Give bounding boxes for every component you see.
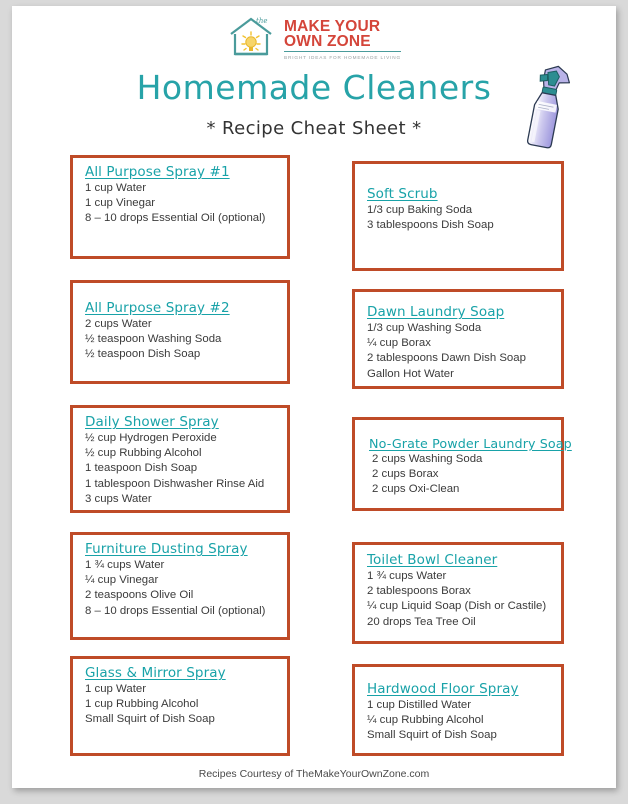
house-lightbulb-logo-icon: the	[227, 14, 279, 58]
recipe-box: Daily Shower Spray ½ cup Hydrogen Peroxi…	[70, 405, 290, 513]
ingredient-list: 1/3 cup Washing Soda ¼ cup Borax 2 table…	[367, 321, 551, 382]
ingredient-item: 1/3 cup Washing Soda	[367, 322, 482, 334]
ingredient-item: 2 cups Borax	[372, 468, 439, 481]
ingredient-list: 2 cups Water ½ teaspoon Washing Soda ½ t…	[85, 317, 277, 363]
ingredient-item: Gallon Hot Water	[367, 367, 454, 380]
recipe-box: Toilet Bowl Cleaner 1 ¾ cups Water 2 tab…	[352, 542, 564, 644]
ingredient-item: Small Squirt of Dish Soap	[367, 729, 497, 742]
recipe-box: Glass & Mirror Spray 1 cup Water 1 cup R…	[70, 656, 290, 756]
ingredient-item: ¼ cup Borax	[367, 337, 431, 350]
logo-tagline: BRIGHT IDEAS FOR HOMEMADE LIVING	[284, 54, 401, 60]
ingredient-item: 2 cups Water	[85, 318, 152, 330]
footer-credit: Recipes Courtesy of TheMakeYourOwnZone.c…	[198, 768, 430, 780]
spray-bottle-icon	[508, 59, 586, 159]
ingredient-list: 1 ¾ cups Water 2 tablespoons Borax ¼ cup…	[367, 569, 551, 630]
ingredient-list: 1 cup Water 1 cup Rubbing Alcohol Small …	[85, 682, 277, 728]
ingredient-item: 1 cup Rubbing Alcohol	[85, 698, 199, 711]
ingredient-item: Small Squirt of Dish Soap	[85, 713, 215, 726]
ingredient-item: 2 tablespoons Borax	[367, 585, 471, 598]
recipe-title: Glass & Mirror Spray	[85, 665, 226, 681]
ingredient-item: 2 cups Oxi-Clean	[372, 483, 460, 496]
ingredient-item: 8 – 10 drops Essential Oil (optional)	[85, 212, 266, 225]
recipe-title: All Purpose Spray #1	[85, 164, 230, 180]
ingredient-item: 1 teaspoon Dish Soap	[85, 462, 198, 475]
ingredient-item: 2 cups Washing Soda	[372, 453, 483, 465]
ingredient-item: 1 cup Water	[85, 683, 146, 695]
ingredient-item: 1/3 cup Baking Soda	[367, 204, 473, 216]
ingredient-item: 2 teaspoons Olive Oil	[85, 589, 194, 602]
recipe-box: All Purpose Spray #2 2 cups Water ½ teas…	[70, 280, 290, 384]
recipe-title: Dawn Laundry Soap	[367, 304, 505, 320]
ingredient-item: ½ teaspoon Dish Soap	[85, 348, 201, 361]
ingredient-item: 1 ¾ cups Water	[367, 570, 447, 582]
logo-line-2: OWN ZONE	[284, 33, 371, 50]
recipe-box: Furniture Dusting Spray 1 ¾ cups Water ¼…	[70, 532, 290, 640]
recipe-title: Toilet Bowl Cleaner	[367, 552, 498, 568]
printable-page: the MAKE YOUR OWN ZONE BRIGHT IDEAS FOR …	[12, 6, 616, 788]
logo-divider	[284, 51, 401, 52]
ingredient-item: ½ cup Rubbing Alcohol	[85, 447, 202, 460]
logo-line-1: MAKE YOUR	[284, 18, 381, 35]
recipe-title: Hardwood Floor Spray	[367, 681, 519, 697]
ingredient-list: ½ cup Hydrogen Peroxide ½ cup Rubbing Al…	[85, 431, 277, 507]
ingredient-item: ¼ cup Liquid Soap (Dish or Castile)	[367, 600, 547, 613]
recipe-box: All Purpose Spray #1 1 cup Water 1 cup V…	[70, 155, 290, 259]
recipe-box: Hardwood Floor Spray 1 cup Distilled Wat…	[352, 664, 564, 756]
ingredient-item: 1 tablespoon Dishwasher Rinse Aid	[85, 477, 265, 490]
recipe-title: All Purpose Spray #2	[85, 300, 230, 316]
ingredient-item: 1 cup Distilled Water	[367, 699, 472, 711]
ingredient-item: 2 tablespoons Dawn Dish Soap	[367, 352, 526, 365]
ingredient-item: 1 cup Water	[85, 182, 146, 194]
recipe-title: Furniture Dusting Spray	[85, 541, 248, 557]
ingredient-list: 1 cup Distilled Water ¼ cup Rubbing Alco…	[367, 698, 551, 744]
ingredient-item: 3 cups Water	[85, 492, 152, 505]
ingredient-item: 1 cup Vinegar	[85, 197, 156, 210]
ingredient-item: 1 ¾ cups Water	[85, 559, 165, 571]
ingredient-list: 1/3 cup Baking Soda 3 tablespoons Dish S…	[367, 203, 551, 233]
recipe-title: Daily Shower Spray	[85, 414, 219, 430]
ingredient-item: ½ cup Hydrogen Peroxide	[85, 432, 217, 444]
ingredient-item: 3 tablespoons Dish Soap	[367, 219, 494, 232]
ingredient-list: 1 cup Water 1 cup Vinegar 8 – 10 drops E…	[85, 181, 277, 227]
recipe-title: No-Grate Powder Laundry Soap	[369, 436, 572, 451]
ingredient-item: ¼ cup Vinegar	[85, 574, 159, 587]
ingredient-list: 2 cups Washing Soda 2 cups Borax 2 cups …	[367, 452, 551, 498]
site-logo: the MAKE YOUR OWN ZONE BRIGHT IDEAS FOR …	[12, 14, 616, 60]
ingredient-item: ¼ cup Rubbing Alcohol	[367, 714, 484, 727]
recipe-box: No-Grate Powder Laundry Soap 2 cups Wash…	[352, 417, 572, 511]
ingredient-list: 1 ¾ cups Water ¼ cup Vinegar 2 teaspoons…	[85, 558, 277, 619]
ingredient-item: 20 drops Tea Tree Oil	[367, 615, 476, 628]
recipe-title: Soft Scrub	[367, 186, 438, 202]
ingredient-item: 8 – 10 drops Essential Oil (optional)	[85, 604, 266, 617]
ingredient-item: ½ teaspoon Washing Soda	[85, 333, 222, 346]
recipe-box: Dawn Laundry Soap 1/3 cup Washing Soda ¼…	[352, 289, 564, 389]
recipe-box: Soft Scrub 1/3 cup Baking Soda 3 tablesp…	[352, 161, 564, 271]
svg-text:the: the	[256, 17, 267, 25]
